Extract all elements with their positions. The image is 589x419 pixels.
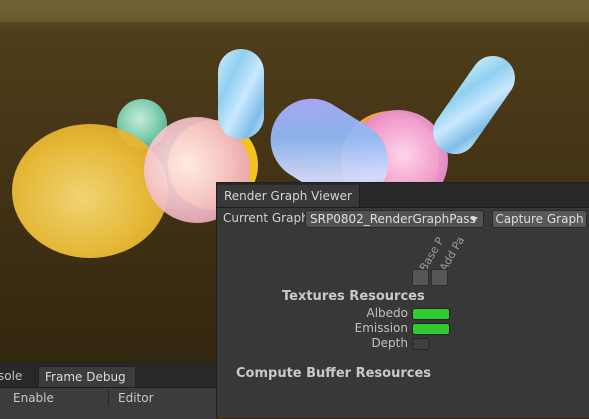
dropdown-arrow-icon bbox=[470, 217, 478, 222]
tab-frame-debug[interactable]: Frame Debug bbox=[38, 366, 136, 387]
texture-label-depth: Depth bbox=[371, 336, 408, 350]
current-graph-dropdown[interactable]: SRP0802_RenderGraphPass bbox=[305, 210, 484, 228]
albedo-resource-cell[interactable] bbox=[412, 308, 450, 320]
current-graph-value: SRP0802_RenderGraphPass bbox=[310, 212, 476, 226]
texture-label-albedo: Albedo bbox=[366, 306, 408, 320]
tab-console[interactable]: sole bbox=[0, 366, 38, 387]
enable-button[interactable]: Enable bbox=[13, 388, 54, 408]
editor-dropdown[interactable]: Editor bbox=[118, 388, 154, 408]
yellow-sphere bbox=[12, 124, 168, 258]
blue-capsule-vertical bbox=[218, 49, 264, 139]
tab-render-graph-viewer[interactable]: Render Graph Viewer bbox=[217, 185, 360, 207]
rgv-toolbar: Current Graph SRP0802_RenderGraphPass Ca… bbox=[217, 207, 589, 231]
pass-cell-add[interactable] bbox=[431, 269, 448, 286]
pass-cell-base[interactable] bbox=[412, 269, 429, 286]
rgv-tab-bar: Render Graph Viewer bbox=[217, 183, 589, 208]
texture-label-emission: Emission bbox=[354, 321, 408, 335]
render-graph-viewer-window: Render Graph Viewer Current Graph SRP080… bbox=[216, 182, 589, 418]
panel-tab-bar: sole Frame Debug bbox=[0, 363, 216, 388]
frame-debug-toolbar: Enable Editor bbox=[0, 388, 216, 408]
frame-debug-panel: sole Frame Debug Enable Editor bbox=[0, 362, 216, 419]
textures-resources-title: Textures Resources bbox=[282, 289, 425, 304]
current-graph-label: Current Graph bbox=[223, 211, 309, 225]
toolbar-divider bbox=[108, 390, 109, 406]
emission-resource-cell[interactable] bbox=[412, 323, 450, 335]
capture-graph-button[interactable]: Capture Graph bbox=[492, 210, 587, 228]
depth-resource-cell[interactable] bbox=[412, 338, 430, 350]
compute-buffer-resources-title: Compute Buffer Resources bbox=[236, 366, 432, 381]
